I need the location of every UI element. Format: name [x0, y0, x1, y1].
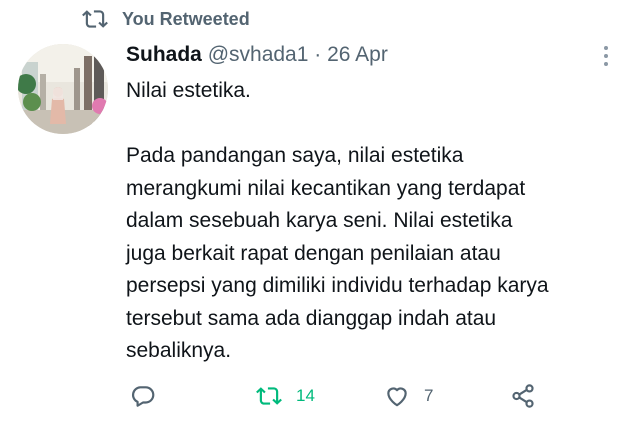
- tweet-paragraph: Nilai estetika.: [126, 79, 251, 102]
- reply-icon: [131, 386, 155, 407]
- author-name[interactable]: Suhada: [126, 43, 202, 66]
- retweet-context: You Retweeted: [82, 6, 250, 32]
- more-dot-icon: [604, 46, 608, 50]
- tweet-header: Suhada @svhada1 · 26 Apr: [126, 43, 388, 67]
- more-options-button[interactable]: [596, 44, 616, 68]
- more-dot-icon: [604, 54, 608, 58]
- tweet-actions: 14 7: [126, 380, 626, 412]
- tweet-line: juga berkait rapat dengan penilaian atau: [126, 241, 501, 265]
- retweet-icon: [82, 10, 108, 28]
- tweet-line: merangkumi nilai kecantikan yang terdapa…: [126, 176, 526, 200]
- author-handle[interactable]: @svhada1: [208, 43, 309, 66]
- retweet-count: 14: [296, 386, 315, 405]
- tweet-date[interactable]: 26 Apr: [327, 43, 388, 66]
- share-button[interactable]: [510, 380, 536, 412]
- header-separator: ·: [314, 43, 322, 66]
- avatar[interactable]: [18, 44, 108, 134]
- tweet-paragraph: Pada pandangan saya, nilai estetika mera…: [126, 140, 626, 368]
- like-count: 7: [424, 386, 434, 405]
- tweet-line: sebaliknya.: [126, 339, 232, 362]
- more-dot-icon: [604, 62, 608, 66]
- tweet-line: tersebut sama ada dianggap indah atau: [126, 306, 497, 330]
- tweet-line: dalam sesebuah karya seni. Nilai estetik…: [126, 209, 513, 232]
- tweet-line: Pada pandangan saya, nilai estetika: [126, 144, 464, 167]
- retweet-button[interactable]: 14: [256, 380, 315, 412]
- like-button[interactable]: 7: [384, 380, 433, 412]
- reply-button[interactable]: [130, 380, 156, 412]
- retweet-icon: [256, 387, 282, 405]
- avatar-photo: [18, 44, 108, 134]
- tweet-line: persepsi yang dimiliki individu terhadap…: [126, 274, 549, 297]
- tweet-text: Nilai estetika. Pada pandangan saya, nil…: [126, 75, 626, 368]
- heart-icon: [387, 387, 407, 407]
- share-icon: [512, 384, 534, 408]
- retweet-context-label[interactable]: You Retweeted: [122, 9, 250, 30]
